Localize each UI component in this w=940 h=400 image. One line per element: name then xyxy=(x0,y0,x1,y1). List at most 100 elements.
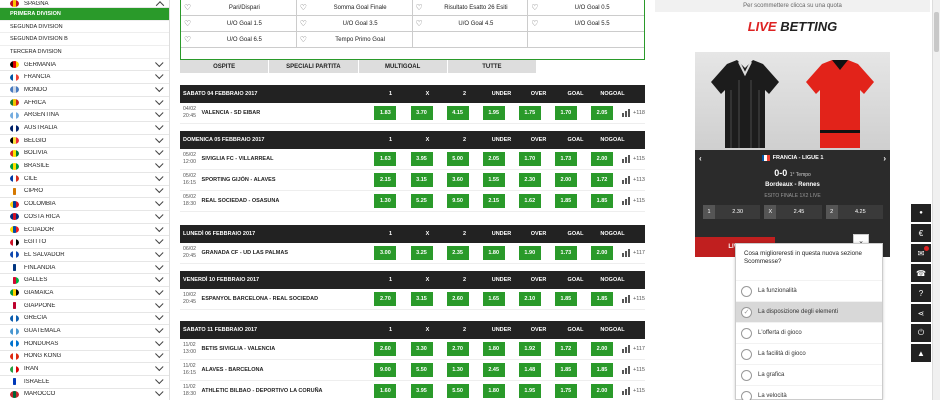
more-markets-link[interactable]: +115 xyxy=(622,387,645,395)
chevron-up-icon[interactable] xyxy=(155,1,165,7)
stats-icon[interactable] xyxy=(622,366,631,374)
odd-button[interactable]: 3.25 xyxy=(410,246,433,260)
heart-icon[interactable]: ♡ xyxy=(184,19,193,28)
odd-button[interactable]: 1.72 xyxy=(554,342,577,356)
heart-icon[interactable]: ♡ xyxy=(416,19,425,28)
heart-icon[interactable]: ♡ xyxy=(184,3,193,12)
odd-button[interactable]: 1.80 xyxy=(482,384,505,398)
odd-button[interactable]: 2.00 xyxy=(590,246,613,260)
sidebar-item-country[interactable]: BRASILE xyxy=(0,159,169,173)
odd-button[interactable]: 2.60 xyxy=(374,342,397,356)
survey-option[interactable]: La velocità xyxy=(736,385,882,400)
odd-button[interactable]: 1.83 xyxy=(374,106,397,120)
odd-button[interactable]: 1.73 xyxy=(554,152,577,166)
market-filter[interactable]: ♡ U/O Goal 4.5 xyxy=(412,16,529,32)
odd-button[interactable]: 1.30 xyxy=(374,194,397,208)
odd-button[interactable]: 5.00 xyxy=(446,152,469,166)
odd-button[interactable]: 1.85 xyxy=(554,292,577,306)
stats-icon[interactable] xyxy=(622,295,631,303)
live-quote-button[interactable]: 1 2.30 xyxy=(703,205,761,219)
odd-button[interactable]: 3.15 xyxy=(410,173,433,187)
odd-button[interactable]: 3.70 xyxy=(410,106,433,120)
odd-button[interactable]: 1.85 xyxy=(554,363,577,377)
match-name[interactable]: ALAVES - BARCELONA xyxy=(202,367,368,373)
match-name[interactable]: ESPANYOL BARCELONA - REAL SOCIEDAD xyxy=(202,296,368,302)
radio-icon[interactable] xyxy=(741,390,752,400)
sidebar-item-country[interactable]: ARGENTINA xyxy=(0,108,169,123)
stats-icon[interactable] xyxy=(622,109,631,117)
odd-button[interactable]: 2.70 xyxy=(374,292,397,306)
more-markets-link[interactable]: +118 xyxy=(622,109,645,117)
user-button[interactable]: ● xyxy=(911,204,931,222)
sidebar-item-country[interactable]: FINLANDIA xyxy=(0,261,169,275)
stats-icon[interactable] xyxy=(622,176,631,184)
survey-option[interactable]: La grafica xyxy=(736,364,882,385)
chevron-left-icon[interactable]: ‹ xyxy=(699,154,702,163)
odd-button[interactable]: 1.62 xyxy=(518,194,541,208)
survey-option[interactable]: L'offerta di gioco xyxy=(736,322,882,343)
sidebar-item-country[interactable]: CIPRO xyxy=(0,185,169,199)
more-markets-link[interactable]: +117 xyxy=(622,345,645,353)
odd-button[interactable]: 1.85 xyxy=(554,194,577,208)
heart-icon[interactable]: ♡ xyxy=(531,3,540,12)
odd-button[interactable]: 2.45 xyxy=(482,363,505,377)
survey-option[interactable]: La facilità di gioco xyxy=(736,343,882,364)
sidebar-item-country[interactable]: COSTA RICA xyxy=(0,210,169,224)
odd-button[interactable]: 2.00 xyxy=(554,173,577,187)
sidebar-item-country[interactable]: GIAPPONE xyxy=(0,299,169,313)
sidebar-item-country[interactable]: ECUADOR xyxy=(0,223,169,237)
sidebar-item-country[interactable]: GERMANIA xyxy=(0,58,169,72)
match-name[interactable]: VALENCIA - SD EIBAR xyxy=(202,110,368,116)
odd-button[interactable]: 3.95 xyxy=(410,384,433,398)
stats-icon[interactable] xyxy=(622,155,631,163)
odd-button[interactable]: 1.55 xyxy=(482,173,505,187)
odd-button[interactable]: 2.05 xyxy=(482,152,505,166)
market-filter[interactable]: ♡ U/O Goal 5.5 xyxy=(528,16,644,32)
odd-button[interactable]: 5.50 xyxy=(446,384,469,398)
market-tab[interactable]: TUTTE xyxy=(448,60,537,73)
sidebar-item-country[interactable]: CILE xyxy=(0,172,169,186)
odd-button[interactable]: 1.60 xyxy=(374,384,397,398)
match-name[interactable]: SPORTING GIJÓN - ALAVES xyxy=(202,177,368,183)
radio-icon[interactable] xyxy=(741,285,752,297)
sidebar-subitem[interactable]: TERCERA DIVISION xyxy=(0,46,169,59)
radio-icon[interactable]: ✓ xyxy=(741,306,752,318)
heart-icon[interactable]: ♡ xyxy=(300,19,309,28)
odd-button[interactable]: 5.25 xyxy=(410,194,433,208)
odd-button[interactable]: 1.73 xyxy=(554,246,577,260)
odd-button[interactable]: 2.70 xyxy=(446,342,469,356)
sidebar-item-country[interactable]: HONDURAS xyxy=(0,337,169,351)
sidebar-subitem[interactable]: SEGUNDA DIVISION B xyxy=(0,33,169,47)
odd-button[interactable]: 2.05 xyxy=(590,106,613,120)
odd-button[interactable]: 2.35 xyxy=(446,246,469,260)
market-filter[interactable]: ♡ Risultato Esatto 26 Esiti xyxy=(412,0,529,16)
market-tab[interactable]: MULTIGOAL xyxy=(359,60,448,73)
odd-button[interactable]: 1.90 xyxy=(518,246,541,260)
odd-button[interactable]: 2.00 xyxy=(590,384,613,398)
market-tab[interactable]: SPECIALI PARTITA xyxy=(269,60,359,73)
odd-button[interactable]: 3.60 xyxy=(446,173,469,187)
sidebar-item-country[interactable]: HONG KONG xyxy=(0,350,169,364)
heart-icon[interactable]: ♡ xyxy=(531,19,540,28)
stats-icon[interactable] xyxy=(622,345,631,353)
match-name[interactable]: BETIS SIVIGLIA - VALENCIA xyxy=(202,346,368,352)
sidebar-item-country[interactable]: BELGIO xyxy=(0,134,169,148)
chevron-right-icon[interactable]: › xyxy=(883,154,886,163)
radio-icon[interactable] xyxy=(741,327,752,339)
odd-button[interactable]: 3.15 xyxy=(410,292,433,306)
stats-icon[interactable] xyxy=(622,249,631,257)
up-arrow-button[interactable]: ▲ xyxy=(911,344,931,362)
scrollbar[interactable] xyxy=(932,0,940,400)
odd-button[interactable]: 1.63 xyxy=(374,152,397,166)
sidebar-subitem[interactable]: PRIMERA DIVISION xyxy=(0,8,169,21)
match-name[interactable]: SIVIGLIA FC - VILLARREAL xyxy=(202,156,368,162)
odd-button[interactable]: 1.48 xyxy=(518,363,541,377)
sidebar-item-country[interactable]: GALLES xyxy=(0,273,169,288)
euro-button[interactable]: € xyxy=(911,224,931,242)
match-name[interactable]: GRANADA CF - UD LAS PALMAS xyxy=(202,250,368,256)
power-button[interactable]: ⏻ xyxy=(911,324,931,342)
sidebar-item-country[interactable]: GUATEMALA xyxy=(0,324,169,338)
odd-button[interactable]: 1.70 xyxy=(518,152,541,166)
live-quote-button[interactable]: X 2.45 xyxy=(764,205,822,219)
odd-button[interactable]: 1.75 xyxy=(554,384,577,398)
